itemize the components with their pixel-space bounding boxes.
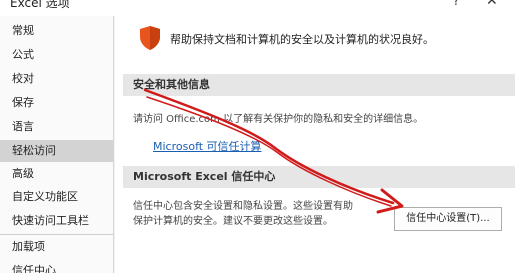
trustworthy-computing-link[interactable]: Microsoft 可信任计算	[153, 138, 262, 154]
trust-center-description: 信任中心包含安全设置和隐私设置。这些设置有助 保护计算机的安全。建议不要更改这些…	[133, 199, 393, 229]
sidebar-item-quick-access-toolbar[interactable]: 快速访问工具栏	[0, 210, 113, 232]
trust-description-line-2: 保护计算机的安全。建议不要更改这些设置。	[133, 216, 333, 227]
sidebar-item-advanced[interactable]: 高级	[0, 163, 113, 185]
close-icon[interactable]: ✕	[486, 0, 498, 9]
sidebar-divider	[0, 234, 113, 235]
trust-center-settings-button[interactable]: 信任中心设置(T)...	[394, 207, 502, 231]
sidebar-item-add-ins[interactable]: 加载项	[0, 236, 113, 258]
sidebar-item-language[interactable]: 语言	[0, 116, 113, 138]
security-section-header: 安全和其他信息	[123, 74, 515, 96]
options-sidebar: 常规 公式 校对 保存 语言 轻松访问 高级 自定义功能区 快速访问工具栏 加载…	[0, 16, 114, 273]
help-icon[interactable]: ?	[453, 0, 459, 8]
sidebar-item-proofing[interactable]: 校对	[0, 68, 113, 90]
trust-center-section-header: Microsoft Excel 信任中心	[123, 166, 515, 188]
sidebar-item-general[interactable]: 常规	[0, 20, 113, 42]
trust-center-pane: 帮助保持文档和计算机的安全以及计算机的状况良好。 安全和其他信息 请访问 Off…	[115, 16, 515, 273]
intro-text: 帮助保持文档和计算机的安全以及计算机的状况良好。	[170, 33, 434, 46]
trust-description-line-1: 信任中心包含安全设置和隐私设置。这些设置有助	[133, 201, 353, 212]
sidebar-item-customize-ribbon[interactable]: 自定义功能区	[0, 186, 113, 208]
title-bar: Excel 选项 ? ✕	[0, 0, 515, 16]
security-description: 请访问 Office.com 以了解有关保护你的隐私和安全的详细信息。	[133, 114, 424, 125]
sidebar-item-trust-center[interactable]: 信任中心	[0, 260, 113, 273]
sidebar-item-formulas[interactable]: 公式	[0, 44, 113, 66]
sidebar-item-accessibility[interactable]: 轻松访问	[0, 140, 113, 162]
shield-icon	[140, 26, 160, 50]
window-title: Excel 选项	[10, 0, 70, 10]
sidebar-item-save[interactable]: 保存	[0, 92, 113, 114]
